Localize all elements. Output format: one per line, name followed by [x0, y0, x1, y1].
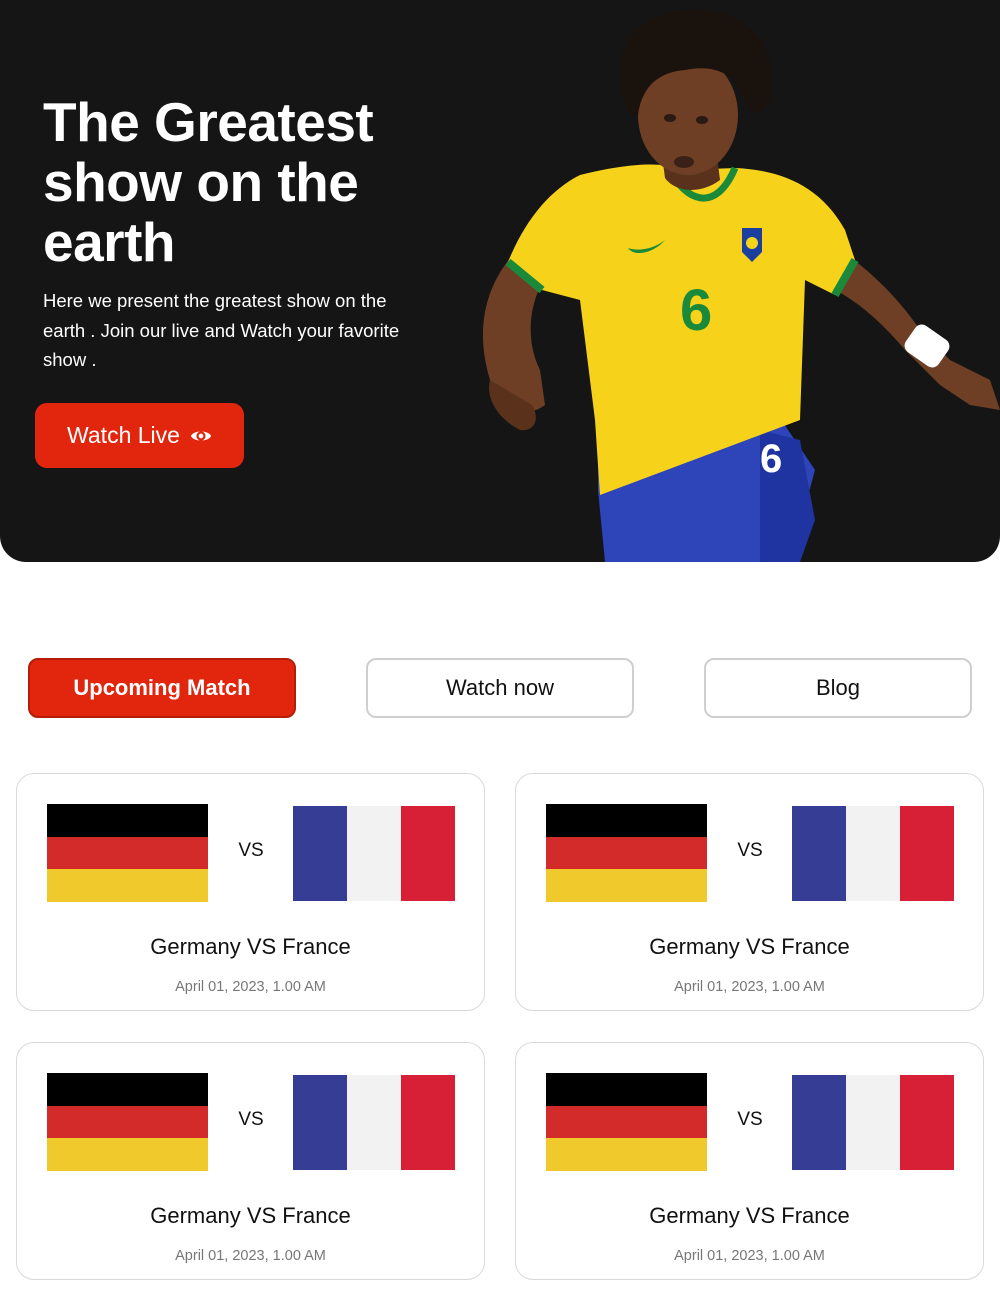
football-player-image: 6 6 — [482, 9, 1000, 562]
match-date: April 01, 2023, 1.00 AM — [175, 1248, 326, 1264]
hero-banner: The Greatest show on the earth Here we p… — [0, 0, 1000, 562]
tab-upcoming-match[interactable]: Upcoming Match — [28, 658, 296, 718]
svg-text:6: 6 — [760, 437, 782, 481]
match-card[interactable]: VS Germany VS France April 01, 2023, 1.0… — [16, 773, 485, 1011]
hero-description: Here we present the greatest show on the… — [43, 290, 400, 370]
france-flag — [792, 1075, 954, 1170]
match-title: Germany VS France — [150, 1203, 351, 1228]
tab-watch-now[interactable]: Watch now — [366, 658, 634, 718]
match-date: April 01, 2023, 1.00 AM — [175, 979, 326, 995]
eye-icon — [190, 425, 212, 447]
match-title: Germany VS France — [649, 934, 850, 959]
vs-label: VS — [737, 1109, 763, 1130]
vs-label: VS — [737, 840, 763, 861]
match-card[interactable]: VS Germany VS France April 01, 2023, 1.0… — [515, 773, 984, 1011]
hero-title: The Greatest show on the earth — [43, 91, 374, 273]
france-flag — [792, 806, 954, 901]
match-date: April 01, 2023, 1.00 AM — [674, 1248, 825, 1264]
france-flag — [293, 806, 455, 901]
germany-flag — [47, 1073, 208, 1171]
svg-text:6: 6 — [680, 278, 712, 343]
match-title: Germany VS France — [150, 934, 351, 959]
watch-live-button[interactable]: Watch Live — [35, 403, 244, 468]
match-card[interactable]: VS Germany VS France April 01, 2023, 1.0… — [16, 1042, 485, 1280]
tab-blog[interactable]: Blog — [704, 658, 972, 718]
france-flag — [293, 1075, 455, 1170]
germany-flag — [47, 804, 208, 902]
vs-label: VS — [238, 840, 264, 861]
match-date: April 01, 2023, 1.00 AM — [674, 979, 825, 995]
match-title: Germany VS France — [649, 1203, 850, 1228]
match-card[interactable]: VS Germany VS France April 01, 2023, 1.0… — [515, 1042, 984, 1280]
germany-flag — [546, 804, 707, 902]
watch-live-label: Watch Live — [67, 422, 180, 448]
germany-flag — [546, 1073, 707, 1171]
vs-label: VS — [238, 1109, 264, 1130]
